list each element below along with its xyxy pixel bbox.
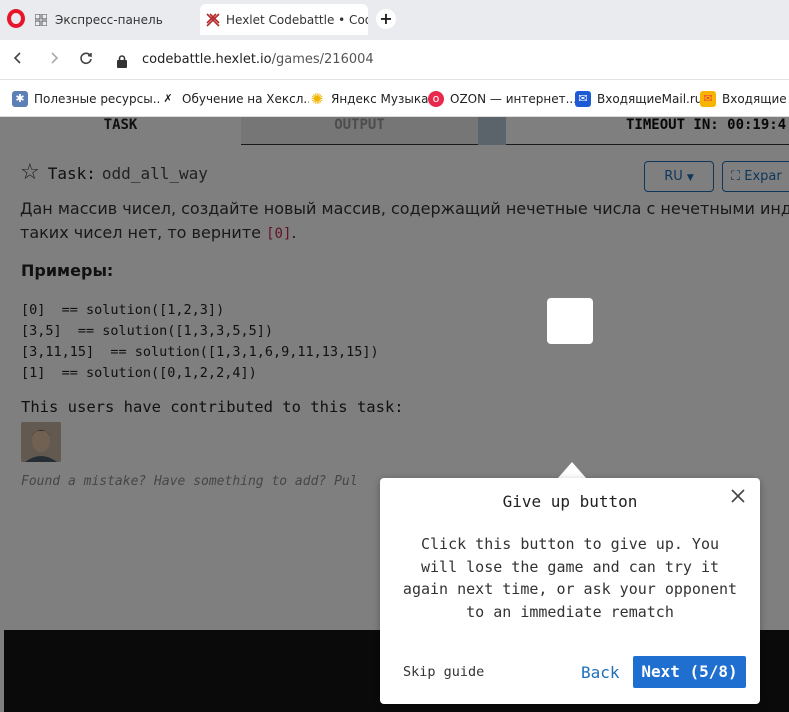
tab-express-panel[interactable]: Экспресс-панель: [33, 5, 193, 35]
bookmark-label: Входящие Я: [722, 92, 789, 106]
opera-logo-icon[interactable]: [7, 9, 25, 28]
url-path: /games/216004: [271, 52, 374, 67]
address-bar-row: codebattle.hexlet.io/games/216004: [0, 40, 789, 80]
guide-popover: Give up button Click this button to give…: [380, 478, 760, 704]
bookmarks-bar: ✱ Полезные ресурсы... ✗ Обучение на Хекс…: [0, 81, 789, 117]
popover-body: Click this button to give up. You will l…: [402, 535, 738, 621]
back-arrow-icon[interactable]: [8, 50, 28, 70]
grid-icon: [33, 12, 49, 28]
popover-title: Give up button: [502, 492, 638, 511]
back-button[interactable]: Back: [581, 663, 620, 682]
bookmark-label: Яндекс Музыка: [331, 92, 429, 106]
popover-arrow: [558, 462, 586, 478]
hexlet-icon: ✗: [160, 91, 176, 107]
highlight-give-up-target[interactable]: [547, 298, 593, 344]
next-button[interactable]: Next (5/8): [633, 656, 746, 688]
bookmark-label: ВходящиеMail.ru: [597, 92, 703, 106]
hexlet-icon: [206, 12, 220, 28]
bookmark-label: OZON — интернет...: [450, 92, 578, 106]
mail-yandex-icon: ✉: [700, 91, 716, 107]
browser-tab-bar: Экспресс-панель Hexlet Codebattle • Cool…: [0, 0, 789, 40]
bookmark-yandex-mail[interactable]: ✉ Входящие Я: [700, 91, 789, 107]
reload-icon[interactable]: [76, 50, 96, 70]
url-host: codebattle.hexlet.io: [142, 52, 272, 67]
tab-label: Экспресс-панель: [55, 13, 163, 27]
bookmark-hexlet[interactable]: ✗ Обучение на Хексл...: [160, 91, 315, 107]
close-icon[interactable]: [726, 486, 750, 510]
bookmark-blue-icon: ✱: [12, 91, 28, 107]
lock-icon[interactable]: [117, 53, 127, 68]
new-tab-button[interactable]: +: [376, 9, 396, 29]
bookmark-ozon[interactable]: o OZON — интернет...: [428, 91, 577, 107]
bookmark-mailru[interactable]: ✉ ВходящиеMail.ru: [575, 91, 702, 107]
mail-icon: ✉: [575, 91, 591, 107]
forward-arrow-icon[interactable]: [44, 50, 64, 70]
bookmark-label: Обучение на Хексл...: [182, 92, 315, 106]
url-field[interactable]: codebattle.hexlet.io/games/216004: [142, 52, 374, 67]
bookmark-useful-resources[interactable]: ✱ Полезные ресурсы...: [12, 91, 164, 107]
tab-label: Hexlet Codebattle • Cool g: [226, 12, 368, 27]
ozon-icon: o: [428, 91, 444, 107]
tab-codebattle[interactable]: Hexlet Codebattle • Cool g: [200, 4, 368, 35]
bookmark-yandex-music[interactable]: ✺ Яндекс Музыка: [309, 91, 428, 107]
yandex-music-icon: ✺: [309, 90, 325, 108]
skip-guide-button[interactable]: Skip guide: [403, 664, 484, 680]
bookmark-label: Полезные ресурсы...: [34, 92, 165, 106]
